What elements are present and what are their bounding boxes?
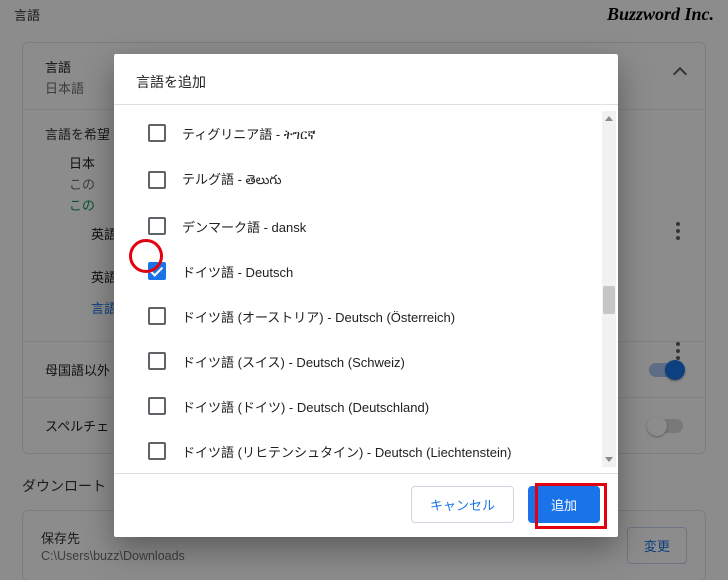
list-item-label: ティグリニア語 - ትግርኛ [182, 124, 316, 143]
checkbox[interactable] [148, 352, 166, 370]
list-item[interactable]: ドイツ語 (リヒテンシュタイン) - Deutsch (Liechtenstei… [114, 429, 618, 473]
checkbox[interactable] [148, 307, 166, 325]
list-item[interactable]: テルグ語 - తెలుగు [114, 156, 618, 204]
list-item-label: テルグ語 - తెలుగు [182, 169, 281, 191]
checkbox[interactable] [148, 124, 166, 142]
list-item[interactable]: ドイツ語 (ドイツ) - Deutsch (Deutschland) [114, 384, 618, 429]
add-language-dialog: 言語を追加 ティグリニア語 - ትግርኛ テルグ語 - తెలుగు デンマーク… [114, 54, 618, 537]
checkbox[interactable] [148, 262, 166, 280]
scrollbar[interactable] [602, 111, 616, 467]
dialog-title: 言語を追加 [114, 54, 618, 104]
list-item-label: ドイツ語 (オーストリア) - Deutsch (Österreich) [182, 307, 455, 326]
list-item-label: ドイツ語 (スイス) - Deutsch (Schweiz) [182, 352, 405, 371]
scroll-down-icon[interactable] [602, 453, 616, 467]
list-item-label: ドイツ語 - Deutsch [182, 262, 293, 281]
list-item[interactable]: ドイツ語 (オーストリア) - Deutsch (Österreich) [114, 294, 618, 339]
checkbox[interactable] [148, 397, 166, 415]
checkbox[interactable] [148, 217, 166, 235]
list-item-label: デンマーク語 - dansk [182, 217, 306, 236]
list-item[interactable]: ドイツ語 (スイス) - Deutsch (Schweiz) [114, 339, 618, 384]
list-item[interactable]: ティグリニア語 - ትግርኛ [114, 111, 618, 156]
list-item-label: ドイツ語 (リヒテンシュタイン) - Deutsch (Liechtenstei… [182, 442, 511, 461]
dialog-actions: キャンセル 追加 [114, 474, 618, 537]
cancel-button[interactable]: キャンセル [411, 486, 514, 523]
list-item-label: ドイツ語 (ドイツ) - Deutsch (Deutschland) [182, 397, 429, 416]
add-button[interactable]: 追加 [528, 486, 600, 523]
scroll-thumb[interactable] [603, 286, 615, 314]
checkbox[interactable] [148, 171, 166, 189]
checkbox[interactable] [148, 442, 166, 460]
scroll-up-icon[interactable] [602, 111, 616, 125]
language-list[interactable]: ティグリニア語 - ትግርኛ テルグ語 - తెలుగు デンマーク語 - da… [114, 105, 618, 473]
list-item[interactable]: デンマーク語 - dansk [114, 204, 618, 249]
list-item[interactable]: ドイツ語 - Deutsch [114, 249, 618, 294]
